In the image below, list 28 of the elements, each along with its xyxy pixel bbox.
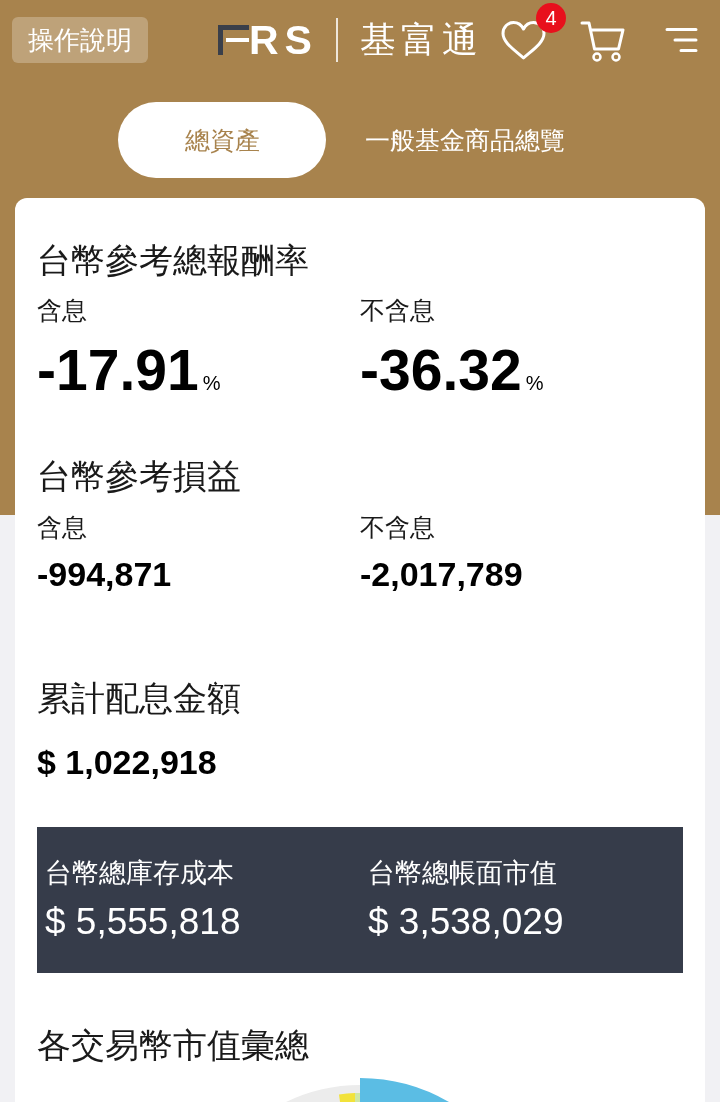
tab[interactable]: 總資產	[118, 102, 326, 178]
unit-label: %	[525, 371, 544, 395]
unit-label: %	[202, 371, 221, 395]
metric-label: 含息	[37, 512, 87, 542]
summary-value: $ 3,538,029	[368, 900, 564, 944]
summary-label: 台幣總帳面市值	[368, 857, 557, 889]
menu-icon[interactable]	[665, 27, 698, 53]
metric-value: -17.91	[37, 338, 199, 402]
count-badge: 4	[536, 2, 566, 33]
heart-icon[interactable]	[500, 19, 547, 61]
metric-label: 不含息	[360, 295, 435, 325]
section-title: 台幣參考總報酬率	[37, 240, 310, 280]
section-title: 累計配息金額	[37, 678, 242, 718]
metric-label: 含息	[37, 295, 87, 325]
metric-value: -36.32	[360, 338, 522, 402]
metric-value: -2,017,789	[360, 554, 523, 594]
brand-name: 基富通	[359, 22, 483, 58]
help-button[interactable]: 操作說明	[12, 17, 148, 63]
logo-mark-icon	[218, 25, 249, 55]
logo-text: RS	[249, 19, 318, 61]
metric-label: 不含息	[360, 512, 435, 542]
metric-value: $ 1,022,918	[37, 742, 218, 782]
tab[interactable]: 一般基金商品總覽	[326, 102, 604, 178]
section-title: 各交易幣市值彙總	[37, 1025, 310, 1065]
metric-value: -994,871	[37, 554, 172, 594]
summary-value: $ 5,555,818	[45, 900, 241, 944]
summary-label: 台幣總庫存成本	[45, 857, 234, 889]
section-title: 台幣參考損益	[37, 456, 242, 496]
